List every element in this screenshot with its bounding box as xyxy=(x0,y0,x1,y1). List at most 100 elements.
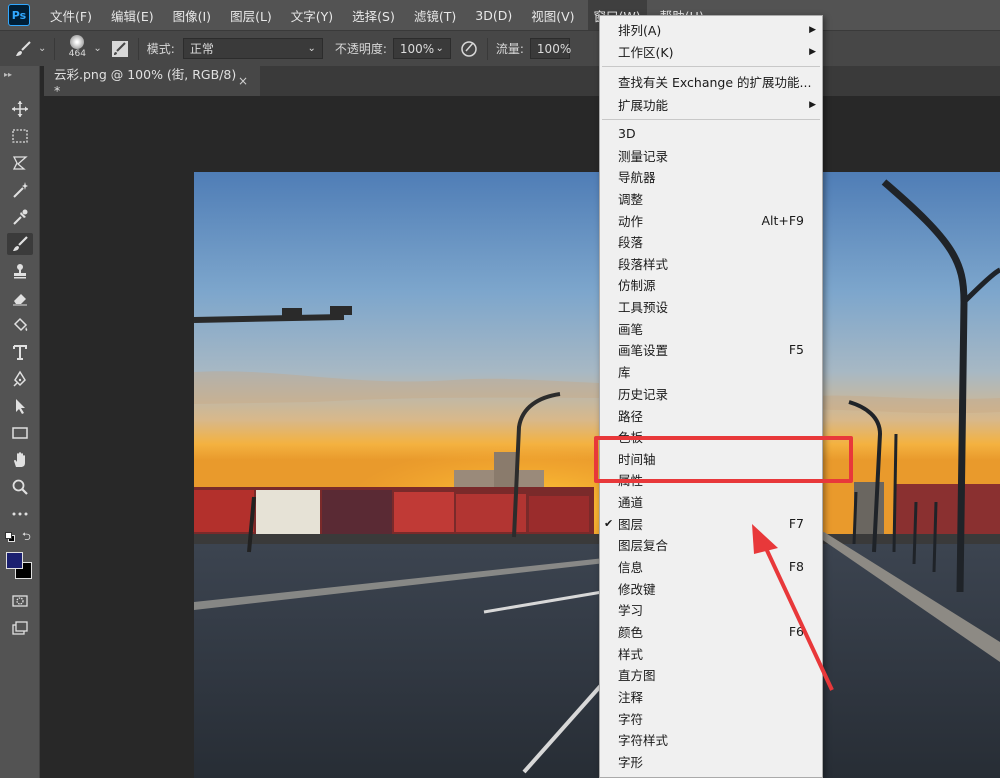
type-icon[interactable] xyxy=(7,341,33,363)
stamp-icon[interactable] xyxy=(7,260,33,282)
menu-item-label: 修改键 xyxy=(618,582,656,597)
menu-item-label: 颜色 xyxy=(618,625,644,640)
menu-item-shortcut: Alt+F9 xyxy=(761,213,804,228)
screen-mode-icon[interactable] xyxy=(7,617,33,639)
menu-item-label: 排列(A) xyxy=(618,23,662,38)
menu-item-label: 通道 xyxy=(618,495,644,510)
menu-item-label: 库 xyxy=(618,365,631,380)
menu-item-channels[interactable]: 通道 xyxy=(600,491,822,512)
path-select-icon[interactable] xyxy=(7,395,33,417)
menu-item-brushes[interactable]: 画笔 xyxy=(600,318,822,339)
photoshop-logo[interactable]: Ps xyxy=(8,4,30,26)
menu-select[interactable]: 选择(S) xyxy=(346,0,401,30)
menu-image[interactable]: 图像(I) xyxy=(167,0,217,30)
options-bar: ⌄ 464 ⌄ 模式: 正常 ⌄ 不透明度: 100% ⌄ 流量: 100% xyxy=(0,30,1000,66)
document-tab-title: 云彩.png @ 100% (街, RGB/8) * xyxy=(54,67,237,98)
brush-size-preview[interactable]: 464 xyxy=(63,33,91,65)
menu-item-find-extensions[interactable]: 查找有关 Exchange 的扩展功能... xyxy=(600,71,822,92)
menu-item-adjustments[interactable]: 调整 xyxy=(600,188,822,209)
menu-item-label: 路径 xyxy=(618,409,644,424)
menu-item-clone-source[interactable]: 仿制源 xyxy=(600,274,822,295)
menu-layer[interactable]: 图层(L) xyxy=(224,0,278,30)
menu-item-libraries[interactable]: 库 xyxy=(600,361,822,382)
menu-item-measurement-log[interactable]: 测量记录 xyxy=(600,145,822,166)
close-icon[interactable]: × xyxy=(238,74,248,88)
default-colors-icon[interactable] xyxy=(5,532,15,542)
menu-item-paths[interactable]: 路径 xyxy=(600,405,822,426)
menubar: Ps 文件(F) 编辑(E) 图像(I) 图层(L) 文字(Y) 选择(S) 滤… xyxy=(0,0,1000,30)
zoom-icon[interactable] xyxy=(7,476,33,498)
menu-item-paragraph[interactable]: 段落 xyxy=(600,231,822,252)
menu-item-paragraph-styles[interactable]: 段落样式 xyxy=(600,253,822,274)
mode-value: 正常 xyxy=(189,42,214,56)
menu-item-label: 信息 xyxy=(618,560,644,575)
menu-view[interactable]: 视图(V) xyxy=(525,0,580,30)
menu-item-label: 样式 xyxy=(618,647,644,662)
chevron-down-icon[interactable]: ⌄ xyxy=(38,43,46,54)
move-icon[interactable] xyxy=(7,98,33,120)
brush-icon[interactable] xyxy=(7,233,33,255)
menu-item-navigator[interactable]: 导航器 xyxy=(600,166,822,187)
eraser-icon[interactable] xyxy=(7,287,33,309)
opacity-input[interactable]: 100% ⌄ xyxy=(392,38,451,59)
default-fg-swatch xyxy=(5,532,12,539)
menu-item-workspace[interactable]: 工作区(K) ▶ xyxy=(600,41,822,62)
quick-mask-icon[interactable] xyxy=(7,590,33,612)
panel-grip-icon[interactable]: ▸▸ xyxy=(4,70,12,79)
menu-filter[interactable]: 滤镜(T) xyxy=(408,0,462,30)
marquee-icon[interactable] xyxy=(7,125,33,147)
brush-tool-preset-icon[interactable] xyxy=(14,39,34,59)
menu-type[interactable]: 文字(Y) xyxy=(285,0,339,30)
opacity-label: 不透明度: xyxy=(334,42,387,56)
menu-item-actions[interactable]: 动作 Alt+F9 xyxy=(600,210,822,231)
menu-separator xyxy=(602,66,820,67)
pen-icon[interactable] xyxy=(7,368,33,390)
menu-item-arrange[interactable]: 排列(A) ▶ xyxy=(600,19,822,40)
menu-3d[interactable]: 3D(D) xyxy=(469,0,518,30)
menu-item-character-styles[interactable]: 字符样式 xyxy=(600,729,822,750)
chevron-down-icon[interactable]: ⌄ xyxy=(93,43,101,54)
pressure-opacity-icon[interactable] xyxy=(459,39,479,59)
menu-item-label: 工具预设 xyxy=(618,300,669,315)
hand-icon[interactable] xyxy=(7,449,33,471)
menu-item-label: 调整 xyxy=(618,192,644,207)
menu-item-label: 工作区(K) xyxy=(618,45,674,60)
menu-edit[interactable]: 编辑(E) xyxy=(105,0,160,30)
menu-item-shortcut: F5 xyxy=(788,342,804,357)
menu-item-brush-settings[interactable]: 画笔设置 F5 xyxy=(600,339,822,360)
menu-item-character[interactable]: 字符 xyxy=(600,708,822,729)
menu-item-label: 仿制源 xyxy=(618,278,656,293)
mode-label: 模式: xyxy=(146,42,175,56)
menu-item-glyphs[interactable]: 字形 xyxy=(600,751,822,772)
mode-select[interactable]: 正常 ⌄ xyxy=(182,38,323,59)
eyedropper-icon[interactable] xyxy=(7,206,33,228)
menu-item-label: 段落样式 xyxy=(618,257,669,272)
rectangle-icon[interactable] xyxy=(7,422,33,444)
flow-value: 100% xyxy=(536,41,572,56)
magic-wand-icon[interactable] xyxy=(7,179,33,201)
menu-item-history[interactable]: 历史记录 xyxy=(600,383,822,404)
lasso-icon[interactable] xyxy=(7,152,33,174)
menu-item-label: 注释 xyxy=(618,690,644,705)
menu-file[interactable]: 文件(F) xyxy=(44,0,98,30)
menu-item-extensions[interactable]: 扩展功能 ▶ xyxy=(600,94,822,115)
divider xyxy=(486,37,488,60)
menu-item-label: 画笔 xyxy=(618,322,644,337)
more-icon[interactable] xyxy=(7,503,33,525)
menu-item-label: 图层复合 xyxy=(618,538,669,553)
document-tab[interactable]: 云彩.png @ 100% (街, RGB/8) * × xyxy=(44,66,260,98)
flow-input[interactable]: 100% xyxy=(529,38,572,59)
annotation-arrow-icon xyxy=(752,524,834,691)
menu-item-label: 测量记录 xyxy=(618,149,669,164)
brush-panel-toggle-icon[interactable] xyxy=(110,39,130,59)
menu-item-label: 导航器 xyxy=(618,170,656,185)
foreground-color-swatch[interactable] xyxy=(6,552,23,569)
swap-colors-icon[interactable]: ⮌ xyxy=(22,528,31,547)
canvas-workspace[interactable] xyxy=(44,96,1000,778)
menu-item-label: 查找有关 Exchange 的扩展功能... xyxy=(618,75,812,90)
menu-item-label: 图层 xyxy=(618,517,644,532)
menu-item-3d[interactable]: 3D xyxy=(600,123,822,144)
menu-item-label: 扩展功能 xyxy=(618,98,669,113)
menu-item-tool-presets[interactable]: 工具预设 xyxy=(600,296,822,317)
paint-bucket-icon[interactable] xyxy=(7,314,33,336)
